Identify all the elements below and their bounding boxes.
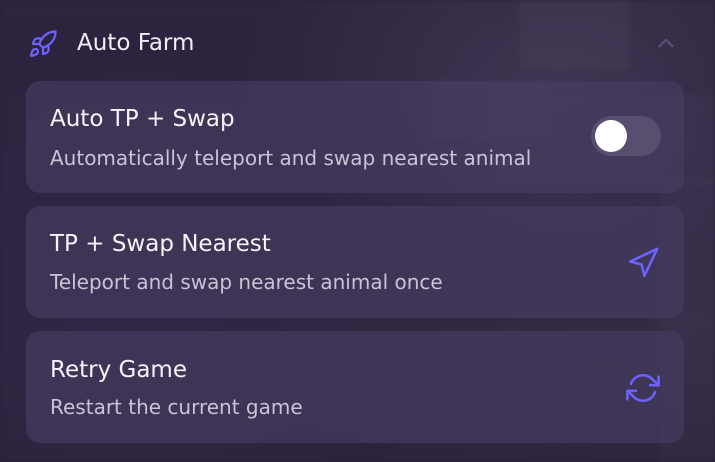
card-title: Auto TP + Swap [50,106,235,132]
card-title: TP + Swap Nearest [50,231,271,257]
auto-farm-panel: Auto Farm Auto TP + Swap Automatically t… [0,0,715,462]
rocket-icon [30,30,57,57]
auto-tp-swap-toggle[interactable] [591,116,661,156]
card-description: Automatically teleport and swap nearest … [50,146,532,170]
card-title: Retry Game [50,357,187,383]
card-description: Teleport and swap nearest animal once [50,270,443,294]
send-icon[interactable] [626,246,660,280]
toggle-knob [595,120,627,152]
retry-game-card[interactable]: Retry Game Restart the current game [26,331,684,443]
section-title: Auto Farm [77,30,195,56]
auto-tp-swap-card: Auto TP + Swap Automatically teleport an… [26,81,684,193]
card-description: Restart the current game [50,395,303,419]
tp-swap-nearest-card[interactable]: TP + Swap Nearest Teleport and swap near… [26,206,684,318]
chevron-up-icon[interactable] [653,30,679,56]
refresh-icon[interactable] [626,371,660,405]
section-header[interactable]: Auto Farm [0,0,715,86]
